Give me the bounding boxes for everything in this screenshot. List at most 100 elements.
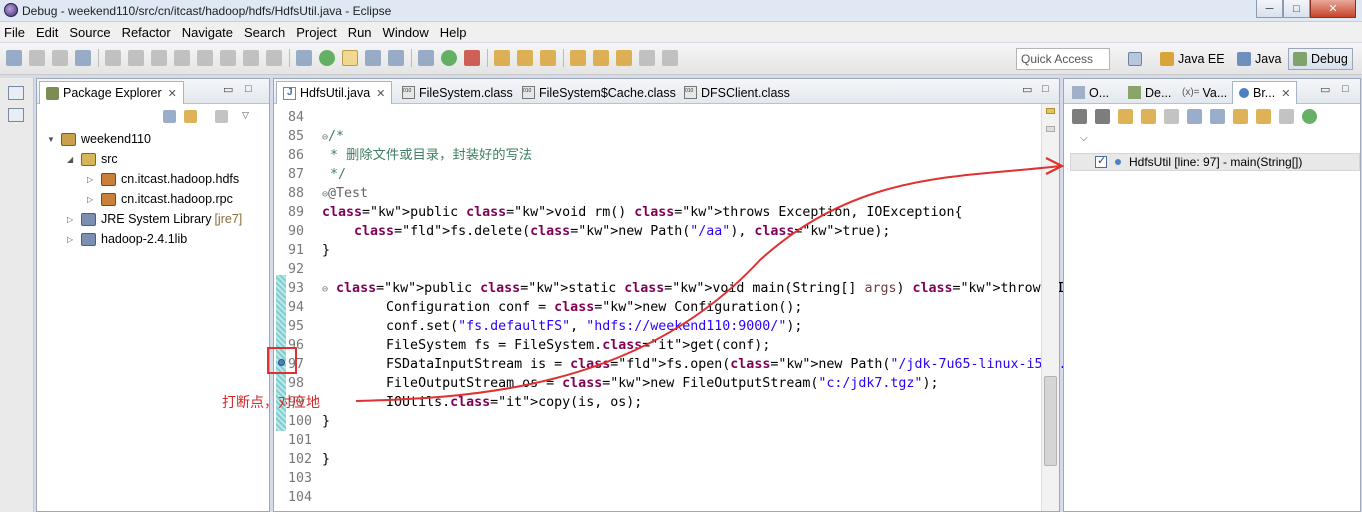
show-whitespace-icon[interactable] [365, 50, 381, 66]
skip-breakpoints-icon[interactable] [105, 50, 121, 66]
view-menu-icon[interactable] [1302, 109, 1317, 124]
expand-toggle[interactable]: ▷ [87, 195, 97, 204]
link-with-debug-view-icon[interactable] [1233, 109, 1248, 124]
new-icon[interactable] [6, 50, 22, 66]
overview-marker-icon[interactable] [1046, 126, 1055, 132]
perspective-java-ee[interactable]: Java EE [1160, 48, 1225, 70]
save-all-icon[interactable] [52, 50, 68, 66]
minimized-view-icon[interactable] [8, 108, 24, 122]
restore-icon[interactable] [8, 86, 24, 100]
tab-filesystem-class[interactable]: FileSystem.class [396, 81, 519, 104]
next-annotation-icon[interactable] [570, 50, 586, 66]
external-tools-icon[interactable] [464, 50, 480, 66]
expand-toggle[interactable]: ▷ [67, 235, 77, 244]
back-icon[interactable] [639, 50, 655, 66]
close-icon[interactable]: ✕ [376, 87, 385, 100]
step-return-icon[interactable] [266, 50, 282, 66]
minimize-view-icon[interactable]: ▭ [223, 83, 233, 96]
menu-refactor[interactable]: Refactor [122, 25, 171, 40]
maximize-view-icon[interactable]: □ [1342, 83, 1349, 95]
breakpoint-checkbox[interactable] [1095, 154, 1107, 168]
code-area[interactable]: 84 85 ⊖/* 86 * 删除文件或目录，封装好的写法 87 */ 88 ⊖@T… [288, 104, 1161, 511]
vertical-ruler[interactable] [274, 104, 288, 511]
menu-run[interactable]: Run [348, 25, 372, 40]
close-button[interactable]: ✕ [1310, 0, 1356, 18]
menu-window[interactable]: Window [383, 25, 429, 40]
close-icon[interactable]: ✕ [1281, 87, 1290, 100]
remove-selected-icon[interactable] [1072, 109, 1087, 124]
menu-source[interactable]: Source [69, 25, 110, 40]
tab-filesystem-cache-class[interactable]: FileSystem$Cache.class [516, 81, 682, 104]
menu-search[interactable]: Search [244, 25, 285, 40]
mark-occurrences-icon[interactable] [342, 50, 358, 66]
tab-outline[interactable]: O... [1066, 81, 1115, 104]
tab-breakpoints[interactable]: Br... ✕ [1232, 81, 1298, 104]
step-into-icon[interactable] [220, 50, 236, 66]
group-by-icon[interactable] [1279, 109, 1294, 124]
suspend-icon[interactable] [151, 50, 167, 66]
tree-item-package-hdfs[interactable]: ▷ cn.itcast.hadoop.hdfs [87, 169, 239, 189]
tree-item-src[interactable]: ◢ src [67, 149, 118, 169]
disconnect-icon[interactable] [197, 50, 213, 66]
tab-variables[interactable]: (x)= Va... [1176, 81, 1233, 104]
menu-project[interactable]: Project [296, 25, 336, 40]
minimize-button[interactable]: ─ [1256, 0, 1283, 18]
minimize-view-icon[interactable]: ▭ [1320, 83, 1330, 96]
tab-dfsclient-class[interactable]: DFSClient.class [678, 81, 796, 104]
tree-item-package-rpc[interactable]: ▷ cn.itcast.hadoop.rpc [87, 189, 233, 209]
minimize-view-icon[interactable]: ▭ [1022, 83, 1032, 96]
collapse-toggle[interactable]: ◢ [67, 155, 77, 164]
expand-all-icon[interactable] [1187, 109, 1202, 124]
vertical-scrollbar[interactable] [1041, 104, 1059, 511]
expand-icon[interactable]: ⌵ [1080, 133, 1088, 144]
menu-edit[interactable]: Edit [36, 25, 58, 40]
tab-hdfsutil-java[interactable]: HdfsUtil.java ✕ [276, 81, 393, 104]
resume-icon[interactable] [128, 50, 144, 66]
tree-item-hadoop-lib[interactable]: ▷ hadoop-2.4.1lib [67, 229, 187, 249]
tree-item-jre-library[interactable]: ▷ JRE System Library [jre7] [67, 209, 242, 229]
collapse-all-icon[interactable] [1210, 109, 1225, 124]
use-step-filters-icon[interactable] [296, 50, 312, 66]
maximize-view-icon[interactable]: □ [1042, 83, 1049, 95]
add-java-exception-breakpoint-icon[interactable] [1256, 109, 1271, 124]
step-over-icon[interactable] [243, 50, 259, 66]
show-supported-icon[interactable] [1118, 109, 1133, 124]
last-edit-location-icon[interactable] [616, 50, 632, 66]
tab-debug[interactable]: De... [1122, 81, 1177, 104]
skip-all-breakpoints-icon[interactable] [1164, 109, 1179, 124]
tab-label: O... [1089, 85, 1110, 100]
perspective-java[interactable]: Java [1237, 48, 1281, 70]
breakpoint-item[interactable]: HdfsUtil [line: 97] - main(String[]) [1070, 153, 1360, 171]
tab-package-explorer[interactable]: Package Explorer ✕ [39, 81, 184, 104]
menu-help[interactable]: Help [440, 25, 467, 40]
scrollbar-thumb[interactable] [1044, 376, 1057, 466]
go-to-file-icon[interactable] [1141, 109, 1156, 124]
save-icon[interactable] [29, 50, 45, 66]
menu-file[interactable]: File [4, 25, 25, 40]
maximize-button[interactable]: □ [1283, 0, 1310, 18]
forward-icon[interactable] [662, 50, 678, 66]
search-icon[interactable] [540, 50, 556, 66]
overview-marker-icon[interactable] [1046, 108, 1055, 114]
tree-item-weekend110[interactable]: ▼ weekend110 [47, 129, 151, 149]
quick-access-input[interactable]: Quick Access [1016, 48, 1110, 70]
print-icon[interactable] [75, 50, 91, 66]
block-selection-icon[interactable] [388, 50, 404, 66]
remove-all-icon[interactable] [1095, 109, 1110, 124]
maximize-view-icon[interactable]: □ [245, 83, 252, 95]
close-icon[interactable]: ✕ [168, 87, 177, 100]
perspective-debug[interactable]: Debug [1288, 48, 1353, 70]
menu-navigate[interactable]: Navigate [182, 25, 233, 40]
collapse-toggle[interactable]: ▼ [47, 135, 57, 144]
debug-icon[interactable] [418, 50, 434, 66]
expand-toggle[interactable]: ▷ [67, 215, 77, 224]
open-folder-icon[interactable] [517, 50, 533, 66]
new-java-project-icon[interactable] [494, 50, 510, 66]
expand-toggle[interactable]: ▷ [87, 175, 97, 184]
run-icon[interactable] [441, 50, 457, 66]
open-perspective-button[interactable] [1128, 48, 1146, 70]
open-type-icon[interactable] [319, 50, 335, 66]
tab-label: Br... [1253, 86, 1276, 100]
terminate-icon[interactable] [174, 50, 190, 66]
previous-annotation-icon[interactable] [593, 50, 609, 66]
